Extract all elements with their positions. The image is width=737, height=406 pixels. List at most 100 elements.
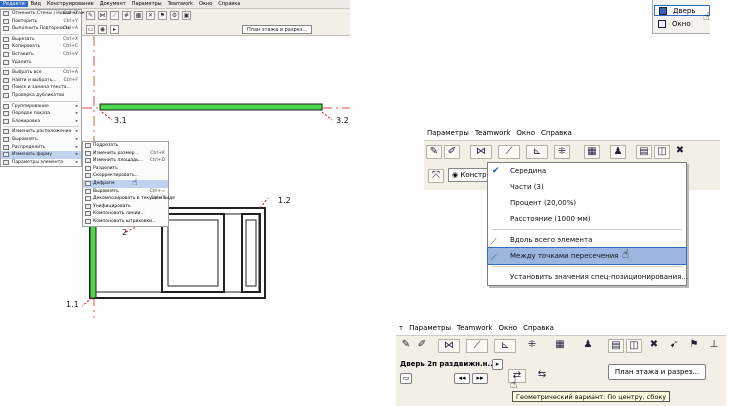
section-icon[interactable]: ◫ [626, 339, 642, 353]
pencil-icon[interactable]: ✎ [86, 10, 95, 20]
menu-item[interactable]: Параметры элемента ▸ [1, 159, 81, 167]
menu-item[interactable]: Унифицировать [83, 203, 168, 211]
guide-line-icon[interactable]: ⟋ [466, 339, 488, 353]
door-preview-icon[interactable]: ▭ [400, 373, 412, 384]
menu-item[interactable]: Изменить площадь... Ctrl+D [83, 157, 168, 165]
menu-item[interactable]: Вырезать Ctrl+X [1, 36, 81, 44]
menubar-item-1[interactable]: Teamwork [472, 129, 513, 137]
menubar-item-3[interactable]: Справка [538, 129, 575, 137]
dropdown-item[interactable]: Части (3) [488, 179, 686, 195]
pen-icon[interactable]: ✐ [414, 339, 430, 353]
snap-mode-icon[interactable]: ⋈ [438, 339, 460, 353]
menu-item[interactable]: Компоновать линии... [83, 210, 168, 218]
cursor-arrow-icon[interactable]: ➹ [666, 339, 682, 353]
menu-item[interactable]: Порядок показа ▸ [1, 110, 81, 118]
next-button[interactable]: ▸▸ [472, 373, 488, 384]
floor-plan-button-small[interactable]: План этажа и разрез... [242, 24, 313, 34]
eye-icon[interactable]: ◉ [98, 24, 107, 34]
close-icon[interactable]: ✕ [146, 10, 155, 20]
close-icon[interactable]: ✖ [672, 145, 688, 159]
figure-icon[interactable]: ♟ [610, 145, 626, 159]
menu-item[interactable]: Повторить Ctrl+Y [1, 18, 81, 26]
menu-item[interactable]: Проверка дубликатов [1, 92, 81, 100]
menu-item[interactable]: Удалить [1, 59, 81, 67]
menubar-item-7[interactable]: Справка [215, 1, 243, 7]
snap-icon[interactable]: ⋈ [98, 10, 107, 20]
menu-item[interactable]: Дефрагм [83, 179, 168, 188]
arrow-icon[interactable]: ▸ [110, 24, 119, 34]
menu-item-door[interactable]: Дверь [654, 5, 710, 16]
dropdown-item[interactable]: ✔ Середина [488, 163, 686, 179]
dropdown-item[interactable]: ⟋ Между точками пересечения [487, 247, 687, 265]
ortho-icon[interactable]: ⊾ [494, 339, 516, 353]
menubar-item-0[interactable]: т [396, 324, 406, 332]
menubar-item-5[interactable]: Teamwork [165, 1, 196, 7]
layer-icon[interactable]: ▦ [552, 339, 568, 353]
menu-item[interactable]: Разделить [83, 165, 168, 173]
menubar-item-2[interactable]: Окно [513, 129, 538, 137]
dropdown-item[interactable]: Процент (20,00%) [488, 195, 686, 211]
menubar-item-1[interactable]: Параметры [406, 324, 454, 332]
marker-icon[interactable]: ⚑ [158, 10, 167, 20]
menu-item[interactable]: Выровнять Ctrl+= [83, 188, 168, 196]
floor-plan-icon[interactable]: ▤ [608, 339, 624, 353]
menu-item-window[interactable]: Окно [654, 19, 710, 30]
menubar-item-3[interactable]: Окно [495, 324, 520, 332]
menubar-item-2[interactable]: Teamwork [454, 324, 495, 332]
dropdown-item[interactable]: Установить значения спец-позиционировани… [488, 269, 688, 285]
grid-icon[interactable]: ⁜ [524, 339, 540, 353]
pen-icon[interactable]: ✐ [444, 145, 460, 159]
menu-item[interactable]: Выровнять ▸ [1, 136, 81, 144]
menu-item[interactable]: Декомпозировать в текущем виде Ctrl+T [83, 195, 175, 203]
floor-plan-section-button[interactable]: План этажа и разрез... [608, 364, 706, 380]
select-icon[interactable]: ▭ [86, 24, 95, 34]
menubar-item-0[interactable]: Редакти [0, 1, 28, 7]
menu-item[interactable]: Вставить Ctrl+V [1, 51, 81, 59]
menu-item[interactable]: Блокировка ▸ [1, 118, 81, 126]
floor-plan-icon[interactable]: ▤ [636, 145, 652, 159]
menubar-item-2[interactable]: Конструирование [44, 1, 97, 7]
previous-button[interactable]: ◂◂ [454, 373, 470, 384]
menu-item[interactable]: Отменить Стены | Новый этаж Ctrl+Z [1, 10, 85, 18]
menu-item[interactable]: Копировать Ctrl+C [1, 43, 81, 51]
dropdown-item[interactable]: Расстояние (1000 мм) [488, 211, 686, 227]
guide-icon[interactable]: ⟋ [110, 10, 119, 20]
menubar-item-0[interactable]: Параметры [424, 129, 472, 137]
wall-green-top[interactable] [99, 103, 323, 111]
menu-item[interactable]: Распределить ▸ [1, 144, 81, 152]
menu-item[interactable]: Найти и выбрать... Ctrl+F [1, 77, 81, 85]
marker-icon[interactable]: ⚑ [686, 339, 702, 353]
ortho-icon[interactable]: ⊾ [526, 145, 548, 159]
menubar-item-4[interactable]: Справка [520, 324, 557, 332]
construction-input[interactable]: ◉ Констру [448, 168, 490, 182]
menu-item[interactable]: Выполнить Повторность Ctrl+A [1, 25, 81, 33]
snap-mode-icon[interactable]: ⋈ [470, 145, 492, 159]
section-icon[interactable]: ◫ [654, 145, 670, 159]
dropdown-item[interactable]: ⟋ Вдоль всего элемента [488, 232, 686, 248]
settings-icon[interactable]: ⚙ [170, 10, 179, 20]
wall-green-left[interactable] [89, 225, 97, 299]
layer-icon[interactable]: ▦ [584, 145, 600, 159]
grid-icon[interactable]: # [122, 10, 131, 20]
grid-icon[interactable]: ⁜ [554, 145, 570, 159]
menu-item[interactable]: Изменить форму ▸ [1, 151, 81, 159]
play-button[interactable]: ▸ [492, 359, 503, 370]
menubar-item-4[interactable]: Параметры [129, 1, 165, 7]
menu-item[interactable]: Группирование ▸ [1, 103, 81, 111]
menu-item[interactable]: Изменить размер... Ctrl+K [83, 150, 168, 158]
menubar-item-1[interactable]: Вид [28, 1, 44, 7]
menubar-item-6[interactable]: Окно [196, 1, 215, 7]
close-icon[interactable]: ✖ [646, 339, 662, 353]
pencil-icon[interactable]: ✎ [426, 145, 442, 159]
menu-item[interactable]: Подрезать [83, 142, 168, 150]
pencil-icon[interactable]: ✎ [398, 339, 414, 353]
menu-item[interactable]: Поиск и замена текста... [1, 84, 81, 92]
guide-line-icon[interactable]: ⟋ [498, 145, 520, 159]
figure-icon[interactable]: ♟ [580, 339, 596, 353]
pin-icon[interactable]: ⊥ [706, 339, 722, 353]
select-tool-icon[interactable]: ⤧ [428, 169, 444, 183]
view-icon[interactable]: ▣ [182, 10, 191, 20]
layer-icon[interactable]: ▦ [134, 10, 143, 20]
center-geometry-icon[interactable]: ⇆ [534, 369, 550, 383]
menubar-item-3[interactable]: Документ [97, 1, 129, 7]
